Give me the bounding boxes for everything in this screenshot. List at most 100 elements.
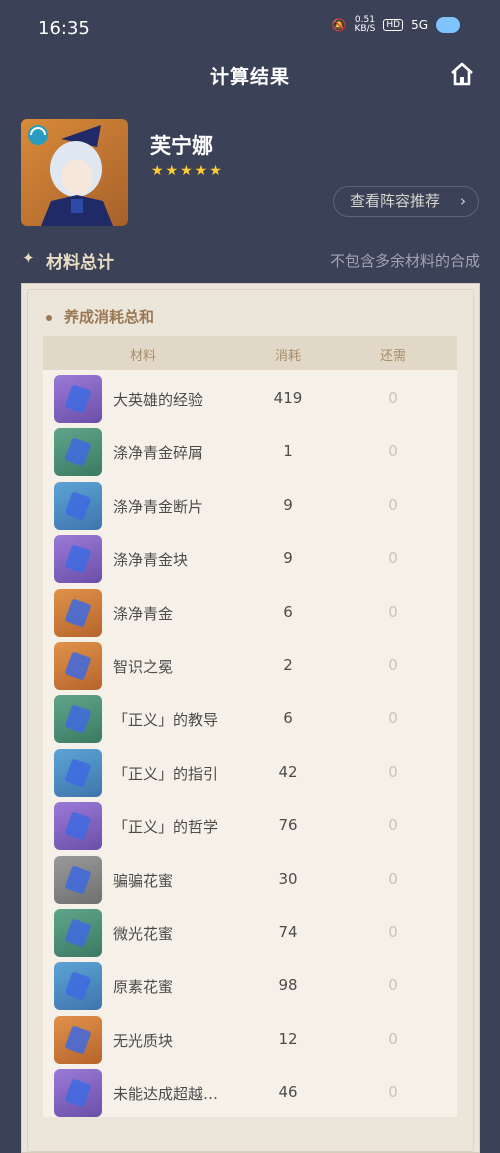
- material-consume: 419: [273, 389, 303, 407]
- material-remaining: 0: [388, 762, 398, 781]
- table-row[interactable]: 涤净青金块 9 0: [43, 530, 457, 584]
- material-icon: [54, 908, 102, 957]
- material-icon: [54, 1069, 102, 1118]
- bullet-icon: [46, 314, 52, 321]
- material-shape: [64, 704, 92, 735]
- material-consume: 6: [283, 709, 293, 728]
- material-name: 涤净青金碎屑: [113, 444, 204, 463]
- battery-icon: [436, 17, 460, 33]
- table-row[interactable]: 「正义」的指引 42 0: [43, 743, 457, 798]
- table-body: 大英雄的经验 419 0 涤净青金碎屑 1 0 涤净青金断片 9 0 涤净青金块 9 0 涤净青金 6 0 智…: [43, 370, 457, 1118]
- table-row[interactable]: 大英雄的经验 419 0: [43, 370, 457, 424]
- material-name: 涤净青金断片: [113, 497, 204, 516]
- material-icon: [54, 855, 102, 904]
- network-speed: 0.51 KB/S: [354, 15, 376, 34]
- material-name: 未能达成超越…: [113, 1085, 219, 1104]
- material-remaining: 0: [388, 976, 398, 995]
- status-time: 16:35: [38, 18, 90, 39]
- material-name: 「正义」的教导: [113, 711, 219, 730]
- material-remaining: 0: [388, 1029, 398, 1048]
- material-icon: [54, 802, 102, 851]
- material-icon: [54, 641, 102, 690]
- character-name: 芙宁娜: [150, 134, 213, 158]
- material-name: 「正义」的指引: [113, 764, 219, 783]
- mute-icon: 🔕: [331, 18, 347, 32]
- material-shape: [64, 918, 92, 948]
- material-name: 智识之冕: [113, 657, 174, 676]
- home-icon[interactable]: [448, 60, 476, 88]
- table-row[interactable]: 微光花蜜 74 0: [43, 903, 457, 958]
- table-row[interactable]: 「正义」的哲学 76 0: [43, 797, 457, 851]
- material-consume: 30: [278, 869, 298, 888]
- table-header: 材料 消耗 还需: [43, 336, 457, 370]
- rarity-stars: ★★★★★: [151, 163, 224, 179]
- material-icon: [54, 1015, 102, 1064]
- chevron-right-icon: ›: [460, 192, 466, 210]
- material-name: 骗骗花蜜: [113, 871, 174, 890]
- material-shape: [64, 758, 92, 788]
- material-name: 涤净青金块: [113, 551, 189, 570]
- material-shape: [64, 544, 92, 574]
- material-consume: 1: [283, 442, 293, 461]
- page-header: 计算结果: [0, 58, 500, 92]
- table-row[interactable]: 智识之冕 2 0: [43, 636, 457, 691]
- section-title: 材料总计: [46, 253, 114, 273]
- material-remaining: 0: [388, 442, 398, 461]
- header-remaining: 还需: [379, 349, 406, 364]
- material-shape: [64, 1024, 92, 1055]
- material-name: 微光花蜜: [113, 924, 174, 943]
- character-portrait: [21, 119, 128, 226]
- material-icon: [54, 481, 102, 530]
- material-shape: [64, 491, 92, 521]
- material-shape: [64, 1078, 92, 1108]
- table-row[interactable]: 涤净青金碎屑 1 0: [43, 423, 457, 477]
- material-shape: [64, 384, 92, 414]
- material-remaining: 0: [388, 495, 398, 514]
- furina-portrait-icon: [28, 125, 113, 226]
- table-row[interactable]: 涤净青金断片 9 0: [43, 476, 457, 531]
- table-row[interactable]: 未能达成超越… 46 0: [43, 1064, 457, 1118]
- material-table: 材料 消耗 还需 大英雄的经验 419 0 涤净青金碎屑 1 0 涤净青金断片 9 0 涤净青金块…: [43, 336, 457, 1118]
- material-consume: 98: [278, 976, 298, 995]
- material-summary-header: ✦ 材料总计 不包含多余材料的合成: [22, 248, 480, 273]
- material-consume: 76: [278, 816, 298, 835]
- material-shape: [64, 971, 92, 1001]
- sparkle-icon: ✦: [22, 249, 35, 267]
- table-row[interactable]: 骗骗花蜜 30 0: [43, 850, 457, 904]
- material-icon: [54, 695, 102, 744]
- material-shape: [64, 651, 92, 681]
- material-remaining: 0: [388, 1083, 398, 1102]
- material-remaining: 0: [388, 816, 398, 835]
- team-button-label: 查看阵容推荐: [350, 192, 441, 210]
- view-team-recommendation-button[interactable]: 查看阵容推荐 ›: [333, 186, 479, 217]
- material-icon: [54, 535, 102, 584]
- table-row[interactable]: 涤净青金 6 0: [43, 583, 457, 637]
- material-remaining: 0: [388, 869, 398, 888]
- material-shape: [64, 597, 92, 628]
- material-remaining: 0: [388, 655, 398, 674]
- header-consume: 消耗: [274, 349, 301, 364]
- material-consume: 9: [283, 495, 293, 514]
- table-row[interactable]: 无光质块 12 0: [43, 1010, 457, 1065]
- material-remaining: 0: [388, 389, 398, 407]
- material-remaining: 0: [388, 549, 398, 568]
- section-note: 不包含多余材料的合成: [329, 252, 480, 270]
- material-consume: 74: [278, 922, 298, 941]
- hd-badge: HD: [383, 19, 404, 31]
- table-row[interactable]: 原素花蜜 98 0: [43, 957, 457, 1011]
- status-bar: 16:35 🔕 0.51 KB/S HD 5G: [0, 0, 500, 58]
- material-icon: [54, 962, 102, 1011]
- page-title: 计算结果: [209, 66, 290, 88]
- header-material: 材料: [129, 349, 156, 364]
- material-shape: [64, 437, 92, 468]
- panel-subtitle: 养成消耗总和: [46, 306, 154, 327]
- material-remaining: 0: [388, 709, 398, 728]
- material-name: 无光质块: [113, 1031, 174, 1050]
- material-consume: 2: [283, 655, 293, 674]
- material-remaining: 0: [388, 922, 398, 941]
- material-name: 大英雄的经验: [113, 391, 204, 409]
- table-row[interactable]: 「正义」的教导 6 0: [43, 690, 457, 744]
- material-consume: 6: [283, 602, 293, 621]
- material-shape: [64, 811, 92, 841]
- material-panel: 养成消耗总和 材料 消耗 还需 大英雄的经验 419 0 涤净青金碎屑 1 0 涤净青金断片…: [21, 283, 480, 1153]
